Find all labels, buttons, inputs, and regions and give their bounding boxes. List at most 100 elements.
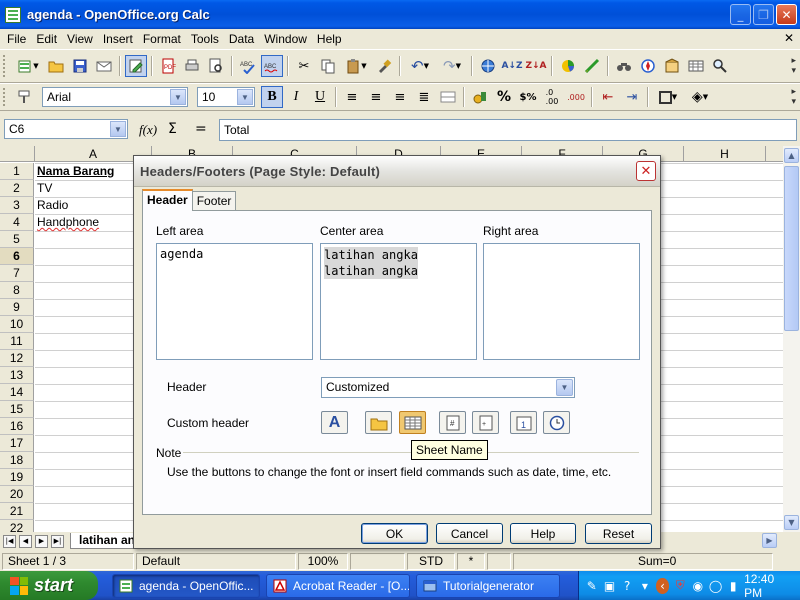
scroll-down-icon[interactable]: ▼ — [784, 515, 799, 530]
left-area-editor[interactable]: agenda — [156, 243, 313, 360]
spellcheck-icon[interactable]: ABC — [237, 55, 259, 77]
row-header[interactable]: 12 — [0, 350, 34, 367]
menu-edit[interactable]: Edit — [31, 32, 62, 46]
row-header[interactable]: 7 — [0, 265, 34, 282]
status-mode[interactable]: STD — [407, 552, 455, 570]
underline-icon[interactable]: U — [309, 86, 331, 108]
row-header[interactable]: 9 — [0, 299, 34, 316]
status-zoom[interactable]: 100% — [298, 552, 348, 570]
chevron-down-icon[interactable]: ▼ — [170, 89, 186, 105]
previous-sheet-icon[interactable]: ◀ — [19, 534, 32, 548]
tray-chevron-icon[interactable]: ▾ — [638, 578, 652, 594]
row-header[interactable]: 18 — [0, 452, 34, 469]
sum-icon[interactable]: Σ — [168, 121, 177, 137]
new-document-icon[interactable]: ▼ — [13, 55, 43, 77]
start-button[interactable]: start — [0, 571, 98, 600]
sheet-name-button[interactable] — [399, 411, 426, 434]
merge-cells-icon[interactable] — [437, 86, 459, 108]
tray-circle-icon[interactable]: ◯ — [709, 578, 723, 594]
menu-view[interactable]: View — [62, 32, 98, 46]
tray-battery-icon[interactable]: ▮ — [726, 578, 740, 594]
standard-format-icon[interactable]: $% — [517, 86, 539, 108]
tab-header[interactable]: Header — [142, 189, 193, 211]
center-area-editor[interactable]: latihan angka latihan angka — [320, 243, 477, 360]
function-wizard-icon[interactable]: f(x) — [139, 122, 157, 138]
select-all-corner[interactable] — [0, 146, 35, 162]
delete-decimal-icon[interactable]: .000 — [565, 86, 587, 108]
menu-help[interactable]: Help — [312, 32, 347, 46]
print-preview-icon[interactable] — [205, 55, 227, 77]
save-icon[interactable] — [69, 55, 91, 77]
tray-back-icon[interactable]: ‹ — [655, 577, 670, 594]
sort-descending-icon[interactable]: Z↓A — [525, 55, 547, 77]
cell-a4[interactable]: Handphone — [35, 214, 99, 231]
scroll-up-icon[interactable]: ▲ — [784, 148, 799, 163]
format-paintbrush-icon[interactable] — [373, 55, 395, 77]
toolbar-overflow-icon[interactable]: ▸ ▾ — [791, 56, 796, 76]
styles-formatting-icon[interactable] — [13, 86, 35, 108]
row-header[interactable]: 3 — [0, 197, 34, 214]
copy-icon[interactable] — [317, 55, 339, 77]
undo-icon[interactable]: ↶ ▼ — [405, 55, 435, 77]
clock[interactable]: 12:40 PM — [744, 572, 788, 600]
scroll-right-icon[interactable]: ▶ — [762, 533, 777, 548]
minimize-button[interactable]: _ — [730, 4, 751, 25]
name-box[interactable]: C6 ▼ — [4, 119, 128, 139]
time-button[interactable] — [543, 411, 570, 434]
open-folder-icon[interactable] — [45, 55, 67, 77]
help-button[interactable]: Help — [510, 523, 576, 544]
row-header[interactable]: 21 — [0, 503, 34, 520]
header-select[interactable]: Customized ▼ — [321, 377, 575, 398]
chevron-down-icon[interactable]: ▼ — [110, 121, 126, 137]
increase-indent-icon[interactable]: ⇥ — [621, 86, 643, 108]
vertical-scrollbar[interactable]: ▲ ▼ — [783, 146, 800, 532]
ok-button[interactable]: OK — [361, 523, 428, 544]
email-icon[interactable] — [93, 55, 115, 77]
row-header[interactable]: 1 — [0, 163, 34, 180]
row-header[interactable]: 8 — [0, 282, 34, 299]
paste-icon[interactable]: ▼ — [341, 55, 371, 77]
last-sheet-icon[interactable]: ▶| — [51, 534, 64, 548]
borders-icon[interactable]: ▼ — [653, 86, 683, 108]
menu-data[interactable]: Data — [224, 32, 259, 46]
toolbar-overflow-icon[interactable]: ▸ ▾ — [791, 87, 796, 107]
scroll-thumb[interactable] — [784, 166, 799, 331]
row-header[interactable]: 13 — [0, 367, 34, 384]
currency-format-icon[interactable] — [469, 86, 491, 108]
formula-input[interactable]: Total — [219, 119, 797, 141]
tray-help-icon[interactable]: ? — [620, 578, 634, 594]
next-sheet-icon[interactable]: ▶ — [35, 534, 48, 548]
find-replace-icon[interactable] — [613, 55, 635, 77]
row-header[interactable]: 4 — [0, 214, 34, 231]
decrease-indent-icon[interactable]: ⇤ — [597, 86, 619, 108]
menu-format[interactable]: Format — [138, 32, 186, 46]
page-number-button[interactable]: # — [439, 411, 466, 434]
sort-ascending-icon[interactable]: A↓Z — [501, 55, 523, 77]
row-header[interactable]: 15 — [0, 401, 34, 418]
align-left-icon[interactable]: ≡ — [341, 86, 363, 108]
percent-format-icon[interactable]: % — [493, 86, 515, 108]
date-button[interactable]: 1 — [510, 411, 537, 434]
add-decimal-icon[interactable]: .0.00 — [541, 86, 563, 108]
status-page-style[interactable]: Default — [136, 552, 296, 570]
row-header[interactable]: 14 — [0, 384, 34, 401]
data-sources-icon[interactable] — [685, 55, 707, 77]
tray-security-shield-icon[interactable]: ⛨ — [673, 578, 687, 594]
first-sheet-icon[interactable]: |◀ — [3, 534, 16, 548]
redo-icon[interactable]: ↷ ▼ — [437, 55, 467, 77]
page-count-button[interactable]: + — [472, 411, 499, 434]
edit-file-icon[interactable] — [125, 55, 147, 77]
export-pdf-icon[interactable]: PDF — [157, 55, 179, 77]
align-center-icon[interactable]: ≡ — [365, 86, 387, 108]
draw-functions-icon[interactable] — [581, 55, 603, 77]
tray-pen-icon[interactable]: ✎ — [585, 578, 599, 594]
row-header[interactable]: 5 — [0, 231, 34, 248]
close-window-button[interactable]: ✕ — [776, 4, 797, 25]
column-header-h[interactable]: H — [684, 146, 766, 162]
chart-icon[interactable] — [557, 55, 579, 77]
menu-insert[interactable]: Insert — [98, 32, 138, 46]
row-header[interactable]: 11 — [0, 333, 34, 350]
close-document-icon[interactable]: ✕ — [784, 31, 794, 45]
file-name-button[interactable] — [365, 411, 392, 434]
chevron-down-icon[interactable]: ▼ — [237, 89, 253, 105]
